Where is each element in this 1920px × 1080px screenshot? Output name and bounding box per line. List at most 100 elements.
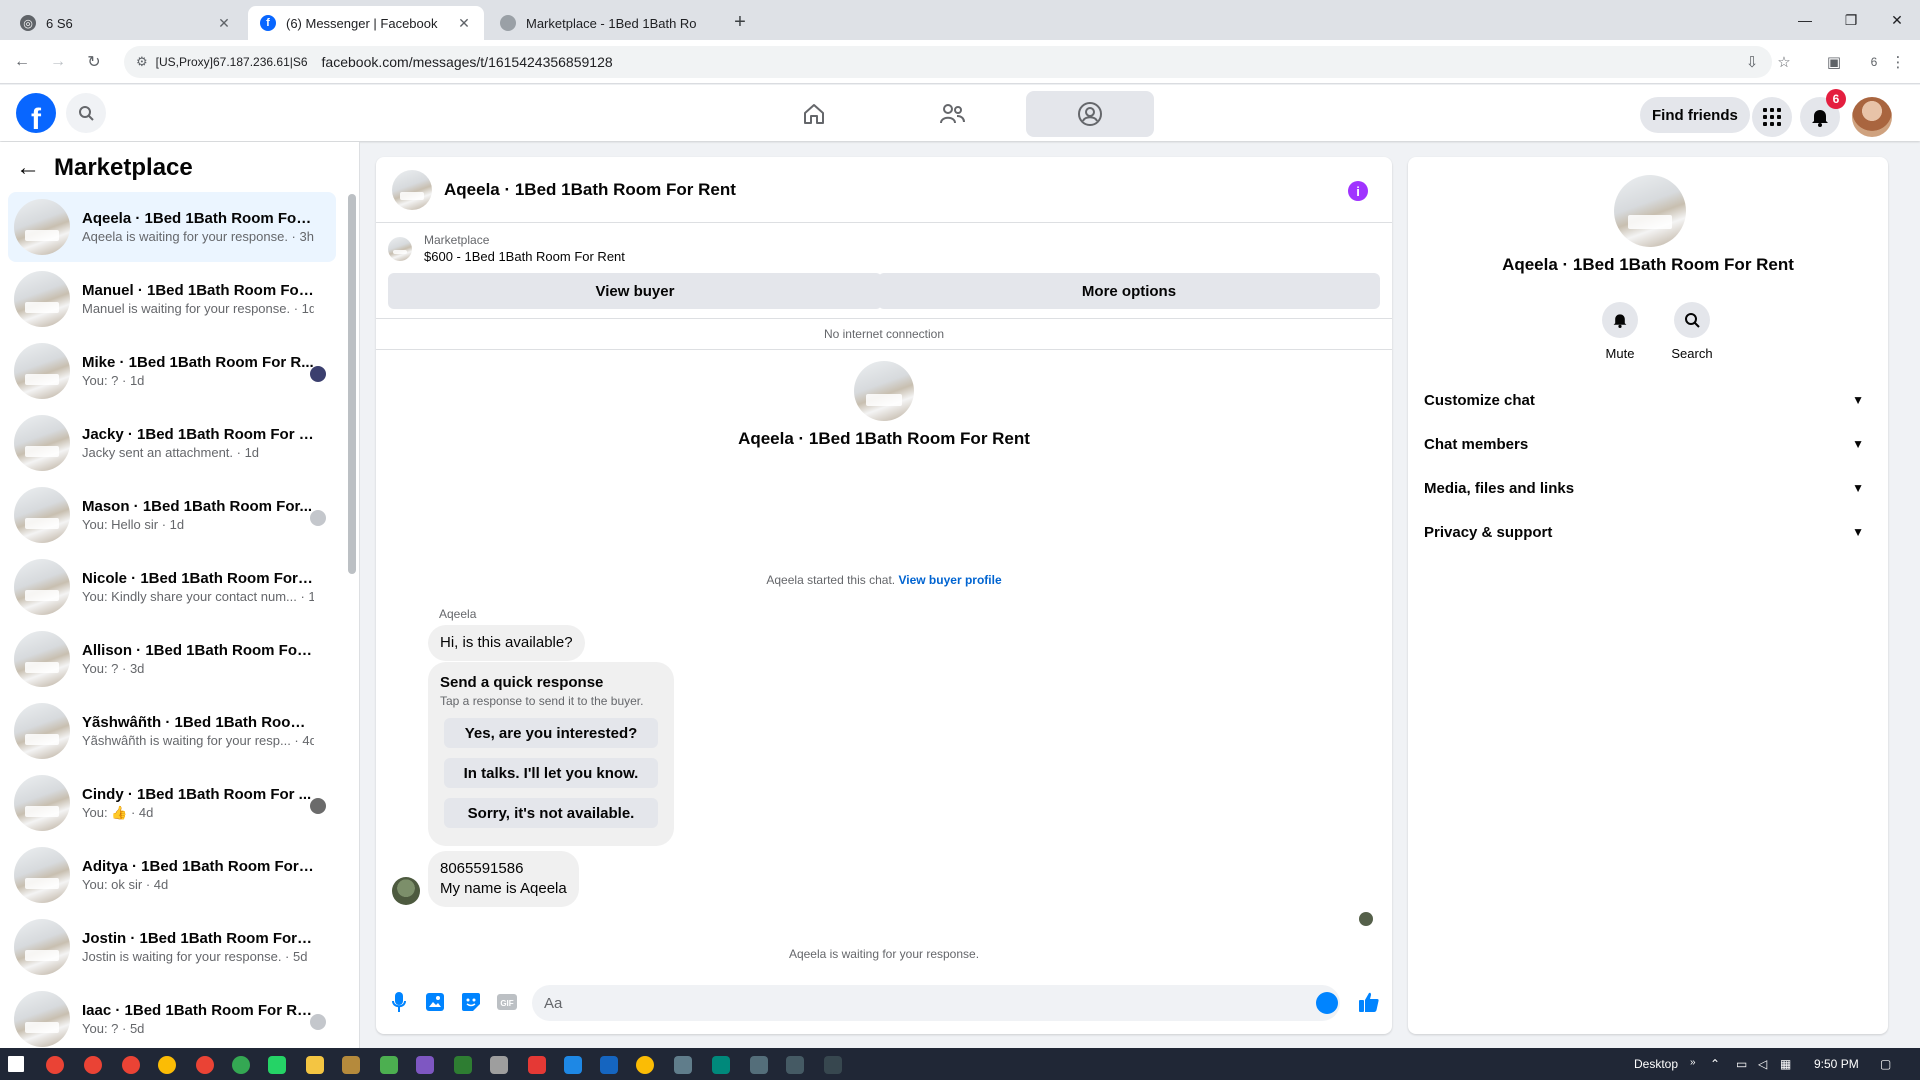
- listing-avatar: [14, 487, 70, 543]
- mute-button[interactable]: Mute: [1590, 302, 1650, 361]
- app-icon[interactable]: [824, 1056, 842, 1074]
- desktop-toolbar-label[interactable]: Desktop: [1634, 1057, 1678, 1071]
- menu-grid-icon[interactable]: [1752, 97, 1792, 137]
- emoji-icon[interactable]: [1316, 992, 1338, 1014]
- browser-tab-3[interactable]: Marketplace - 1Bed 1Bath Roo: [488, 6, 724, 40]
- search-icon[interactable]: [66, 93, 106, 133]
- conversation-item[interactable]: Nicole · 1Bed 1Bath Room For Re... You: K…: [8, 552, 336, 622]
- chrome-icon[interactable]: [232, 1056, 250, 1074]
- keyboard-icon[interactable]: ▦: [1780, 1057, 1791, 1071]
- new-tab-button[interactable]: +: [728, 10, 752, 34]
- forward-icon[interactable]: →: [46, 50, 70, 74]
- app-icon[interactable]: [490, 1056, 508, 1074]
- listing-summary[interactable]: Marketplace $600 - 1Bed 1Bath Room For R…: [388, 233, 625, 264]
- install-icon[interactable]: ⇩: [1740, 50, 1764, 74]
- clock-time[interactable]: 9:50 PM: [1814, 1057, 1859, 1071]
- quick-response-button[interactable]: Yes, are you interested?: [444, 718, 658, 748]
- sticker-icon[interactable]: [460, 991, 482, 1013]
- conversation-avatar: [854, 361, 914, 421]
- photo-icon[interactable]: [424, 991, 446, 1013]
- quick-response-button[interactable]: In talks. I'll let you know.: [444, 758, 658, 788]
- site-settings-icon[interactable]: ⚙: [136, 54, 148, 70]
- menu-dots-icon[interactable]: ⋮: [1886, 50, 1910, 74]
- message-input[interactable]: [532, 985, 1340, 1021]
- app-icon[interactable]: [342, 1056, 360, 1074]
- reload-icon[interactable]: ↻: [82, 50, 106, 74]
- url-text[interactable]: facebook.com/messages/t/1615424356859128: [322, 54, 613, 70]
- browser-tab-1[interactable]: ◎ 6 S6 ✕: [8, 6, 244, 40]
- back-icon[interactable]: ←: [10, 50, 34, 74]
- app-icon[interactable]: [750, 1056, 768, 1074]
- profile-count[interactable]: 6: [1862, 50, 1886, 74]
- sidebar-scrollbar[interactable]: [348, 194, 356, 574]
- conversation-item[interactable]: Aqeela · 1Bed 1Bath Room For R... Aqeela …: [8, 192, 336, 262]
- microphone-icon[interactable]: [388, 991, 410, 1013]
- find-friends-button[interactable]: Find friends: [1640, 97, 1750, 133]
- minimize-icon[interactable]: —: [1782, 0, 1828, 40]
- volume-icon[interactable]: ◁: [1758, 1057, 1767, 1071]
- chat-avatar[interactable]: [392, 169, 432, 210]
- view-buyer-button[interactable]: View buyer: [388, 273, 882, 309]
- network-icon[interactable]: ▭: [1736, 1057, 1747, 1071]
- close-icon[interactable]: [696, 15, 712, 31]
- app-icon[interactable]: [600, 1056, 618, 1074]
- restore-icon[interactable]: ❐: [1828, 0, 1874, 40]
- tray-up-icon[interactable]: ⌃: [1710, 1057, 1720, 1071]
- file-explorer-icon[interactable]: [306, 1056, 324, 1074]
- whatsapp-icon[interactable]: [268, 1056, 286, 1074]
- back-arrow-icon[interactable]: ←: [16, 154, 40, 182]
- info-icon[interactable]: i: [1348, 181, 1368, 201]
- gif-icon[interactable]: GIF: [496, 991, 518, 1013]
- browser-tab-2[interactable]: f (6) Messenger | Facebook ✕: [248, 6, 484, 40]
- chat-title[interactable]: Aqeela · 1Bed 1Bath Room For Rent: [444, 180, 736, 200]
- view-buyer-profile-link[interactable]: View buyer profile: [898, 573, 1001, 587]
- app-icon[interactable]: [454, 1056, 472, 1074]
- app-icon[interactable]: [674, 1056, 692, 1074]
- app-icon[interactable]: [564, 1056, 582, 1074]
- media-files-links-section[interactable]: Media, files and links ▼: [1424, 466, 1872, 510]
- chrome-icon[interactable]: [122, 1056, 140, 1074]
- account-avatar[interactable]: [1852, 97, 1892, 137]
- quick-response-button[interactable]: Sorry, it's not available.: [444, 798, 658, 828]
- privacy-support-section[interactable]: Privacy & support ▼: [1424, 510, 1872, 554]
- search-in-conversation-button[interactable]: Search: [1662, 302, 1722, 361]
- app-icon[interactable]: [528, 1056, 546, 1074]
- conversation-item[interactable]: Cindy · 1Bed 1Bath Room For ... You: 👍 · …: [8, 768, 336, 838]
- omnibox[interactable]: ⚙ [US,Proxy]67.187.236.61|S6 facebook.co…: [124, 46, 1772, 78]
- expand-chevron-icon[interactable]: »: [1690, 1057, 1696, 1068]
- app-icon[interactable]: [380, 1056, 398, 1074]
- close-window-icon[interactable]: ✕: [1874, 0, 1920, 40]
- conversation-item[interactable]: Aditya · 1Bed 1Bath Room For Re... You: o…: [8, 840, 336, 910]
- close-icon[interactable]: ✕: [456, 15, 472, 31]
- chrome-icon[interactable]: [46, 1056, 64, 1074]
- customize-chat-section[interactable]: Customize chat ▼: [1424, 378, 1872, 422]
- conversation-item[interactable]: Mason · 1Bed 1Bath Room For... You: Hello…: [8, 480, 336, 550]
- app-icon[interactable]: [712, 1056, 730, 1074]
- windows-start-icon[interactable]: [8, 1056, 24, 1072]
- app-icon[interactable]: [786, 1056, 804, 1074]
- conversation-item[interactable]: Jostin · 1Bed 1Bath Room For Rent Jostin …: [8, 912, 336, 982]
- conversation-item[interactable]: Jacky · 1Bed 1Bath Room For Rent Jacky se…: [8, 408, 336, 478]
- messenger-tab-icon[interactable]: [1026, 91, 1154, 137]
- chrome-icon[interactable]: [196, 1056, 214, 1074]
- close-icon[interactable]: ✕: [216, 15, 232, 31]
- chrome-icon[interactable]: [636, 1056, 654, 1074]
- chrome-icon[interactable]: [158, 1056, 176, 1074]
- conversation-item[interactable]: Iaac · 1Bed 1Bath Room For Re... You: ? ·…: [8, 984, 336, 1048]
- conversation-item[interactable]: Yãshwâñth · 1Bed 1Bath Room F... Yãshwâñt…: [8, 696, 336, 766]
- chat-members-section[interactable]: Chat members ▼: [1424, 422, 1872, 466]
- app-icon[interactable]: [416, 1056, 434, 1074]
- home-tab-icon[interactable]: [750, 91, 878, 137]
- conversation-name: Aditya · 1Bed 1Bath Room For Re...: [82, 858, 314, 875]
- bookmark-star-icon[interactable]: ☆: [1772, 50, 1796, 74]
- facebook-logo-icon[interactable]: f: [16, 93, 56, 133]
- tab-search-icon[interactable]: ▣: [1822, 50, 1846, 74]
- more-options-button[interactable]: More options: [878, 273, 1380, 309]
- conversation-item[interactable]: Mike · 1Bed 1Bath Room For R... You: ? · …: [8, 336, 336, 406]
- friends-tab-icon[interactable]: [888, 91, 1016, 137]
- chrome-icon[interactable]: [84, 1056, 102, 1074]
- conversation-item[interactable]: Manuel · 1Bed 1Bath Room For R... Manuel …: [8, 264, 336, 334]
- conversation-item[interactable]: Allison · 1Bed 1Bath Room For R... You: ?…: [8, 624, 336, 694]
- thumbs-up-icon[interactable]: [1358, 991, 1380, 1013]
- notification-center-icon[interactable]: ▢: [1880, 1057, 1891, 1071]
